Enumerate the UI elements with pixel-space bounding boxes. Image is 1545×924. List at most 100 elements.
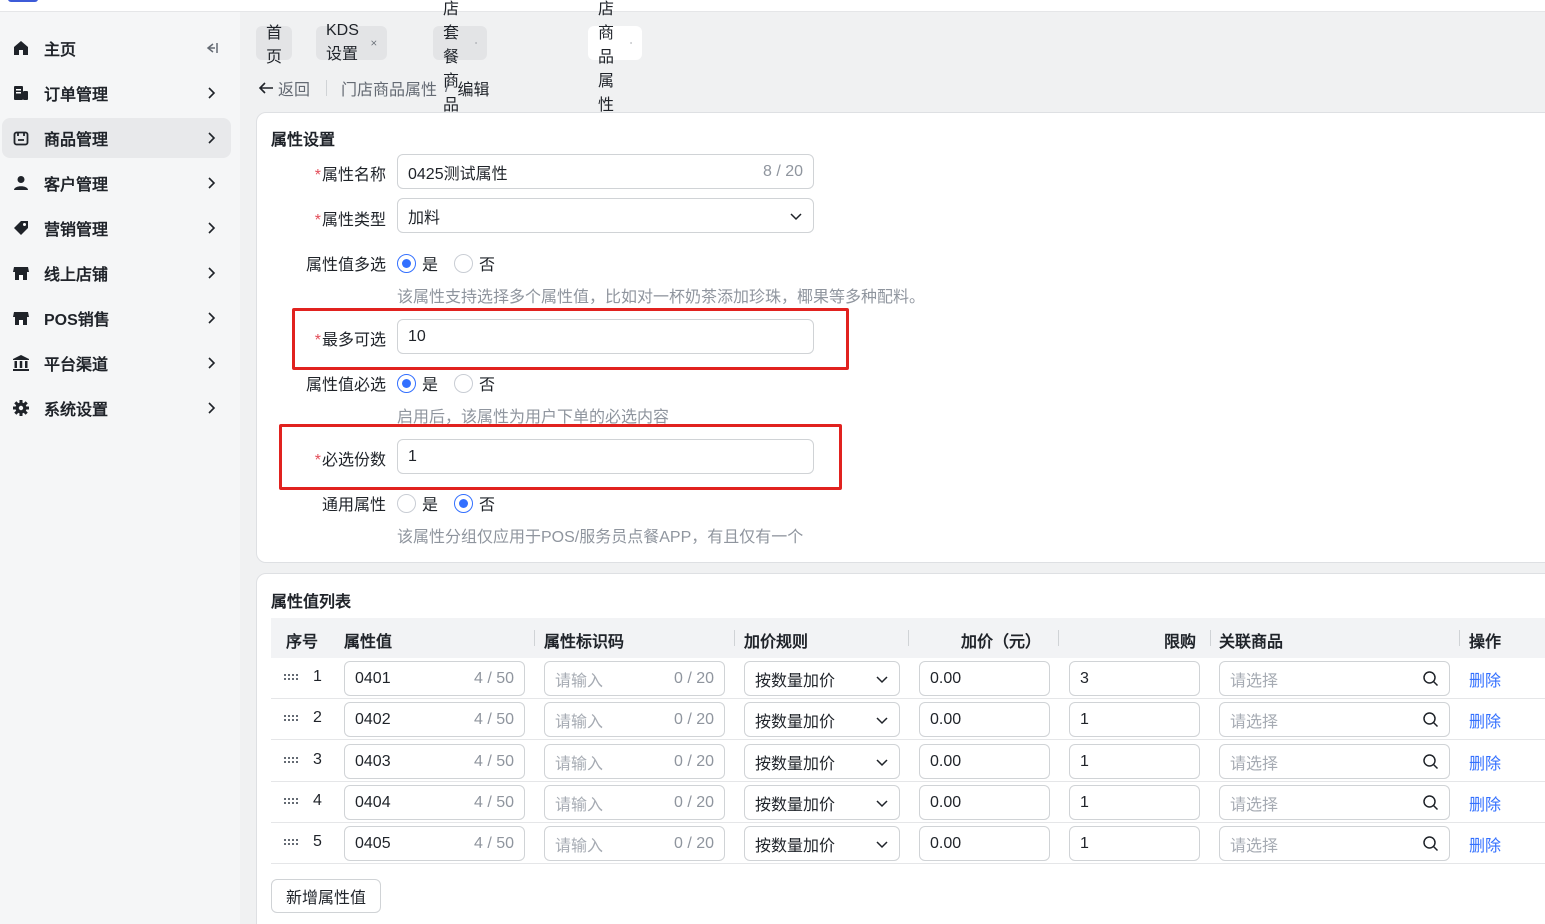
price-rule-select[interactable]: 按数量加价 xyxy=(744,744,900,779)
purchase-limit-input[interactable]: 1 xyxy=(1069,702,1200,737)
radio-multi-no[interactable] xyxy=(454,253,474,273)
radio-required-yes[interactable] xyxy=(397,373,416,393)
input-value: 0401 xyxy=(355,669,391,687)
sidebar-item-pos[interactable]: POS销售 xyxy=(2,298,231,338)
drag-handle-icon[interactable] xyxy=(284,672,298,684)
back-button[interactable]: 返回 xyxy=(258,76,310,100)
tab-label: 门店商品属性 xyxy=(598,1,615,114)
price-input[interactable]: 0.00 xyxy=(919,785,1050,820)
identifier-code-input[interactable]: 请输入 0 / 20 xyxy=(544,826,725,861)
drag-handle-icon[interactable] xyxy=(284,755,298,767)
drag-handle-icon[interactable] xyxy=(284,837,298,849)
drag-handle-icon[interactable] xyxy=(284,713,298,725)
form-label-multi: 属性值多选 xyxy=(305,257,386,274)
radio-common-yes[interactable] xyxy=(397,493,416,513)
chevron-down-icon xyxy=(876,758,888,766)
purchase-limit-input[interactable]: 1 xyxy=(1069,826,1200,861)
top-bar xyxy=(0,0,1545,12)
linked-product-select[interactable]: 请选择 xyxy=(1219,785,1450,820)
char-counter: 0 / 20 xyxy=(673,834,714,852)
input-placeholder: 请选择 xyxy=(1230,755,1279,773)
add-attribute-value-button[interactable]: 新增属性值 xyxy=(271,879,382,913)
purchase-limit-input[interactable]: 1 xyxy=(1069,744,1200,779)
highlight-box-count xyxy=(279,424,842,490)
close-icon[interactable] xyxy=(474,38,477,48)
close-icon[interactable] xyxy=(371,38,377,48)
sidebar-item-home[interactable]: 主页 xyxy=(2,28,231,68)
table-row: 4 0404 4 / 50 请输入 0 / 20 按数量加价 0.00 1 请选… xyxy=(271,782,1545,823)
column-header: 操作 xyxy=(1469,634,1502,651)
row-index: 3 xyxy=(313,751,322,768)
sidebar-item-settings[interactable]: 系统设置 xyxy=(2,388,231,428)
close-icon[interactable] xyxy=(629,38,632,48)
column-divider xyxy=(734,630,735,646)
logo xyxy=(8,0,38,2)
price-rule-select[interactable]: 按数量加价 xyxy=(744,702,900,737)
form-label-type: *属性类型 xyxy=(314,212,386,229)
price-input[interactable]: 0.00 xyxy=(919,744,1050,779)
price-input[interactable]: 0.00 xyxy=(919,661,1050,696)
sidebar-item-orders[interactable]: 订单管理 xyxy=(2,73,231,113)
drag-handle-icon[interactable] xyxy=(284,796,298,808)
tab-store-combo-products[interactable]: 门店套餐商品 xyxy=(433,1,488,114)
highlight-box-max xyxy=(292,308,849,370)
order-icon xyxy=(14,86,28,100)
delete-link[interactable]: 删除 xyxy=(1469,832,1501,856)
attribute-type-select[interactable]: 加料 xyxy=(397,198,814,233)
tab-kds-settings[interactable]: KDS设置 xyxy=(316,22,387,63)
section-title: 属性值列表 xyxy=(271,594,352,611)
delete-link[interactable]: 删除 xyxy=(1469,750,1501,774)
price-rule-select[interactable]: 按数量加价 xyxy=(744,661,900,696)
collapse-sidebar-icon[interactable] xyxy=(203,40,219,56)
breadcrumb-parent[interactable]: 门店商品属性 xyxy=(341,76,437,100)
delete-link[interactable]: 删除 xyxy=(1469,667,1501,691)
radio-required-no[interactable] xyxy=(454,373,474,393)
sidebar-item-products[interactable]: 商品管理 xyxy=(2,118,231,158)
breadcrumb-current: 编辑 xyxy=(457,82,490,99)
price-input[interactable]: 0.00 xyxy=(919,826,1050,861)
input-value: 0403 xyxy=(355,752,391,770)
identifier-code-input[interactable]: 请输入 0 / 20 xyxy=(544,661,725,696)
identifier-code-input[interactable]: 请输入 0 / 20 xyxy=(544,744,725,779)
select-value: 按数量加价 xyxy=(755,796,836,814)
price-rule-select[interactable]: 按数量加价 xyxy=(744,826,900,861)
table-row: 2 0402 4 / 50 请输入 0 / 20 按数量加价 0.00 1 请选… xyxy=(271,699,1545,740)
radio-common-no[interactable] xyxy=(454,493,474,513)
column-header: 属性值 xyxy=(344,634,393,651)
identifier-code-input[interactable]: 请输入 0 / 20 xyxy=(544,785,725,820)
column-header: 加价规则 xyxy=(744,634,809,651)
chevron-right-icon xyxy=(208,267,216,279)
column-divider xyxy=(908,630,909,646)
input-placeholder: 请选择 xyxy=(1230,837,1279,855)
input-value: 1 xyxy=(1080,752,1089,770)
linked-product-select[interactable]: 请选择 xyxy=(1219,661,1450,696)
attribute-value-input[interactable]: 0403 4 / 50 xyxy=(344,744,525,779)
radio-multi-yes[interactable] xyxy=(397,253,416,273)
tab-store-product-attributes[interactable]: 门店商品属性 xyxy=(588,1,643,114)
sidebar-item-customers[interactable]: 客户管理 xyxy=(2,163,231,203)
attribute-value-input[interactable]: 0405 4 / 50 xyxy=(344,826,525,861)
price-input[interactable]: 0.00 xyxy=(919,702,1050,737)
purchase-limit-input[interactable]: 1 xyxy=(1069,785,1200,820)
sidebar-item-channels[interactable]: 平台渠道 xyxy=(2,343,231,383)
radio-label: 否 xyxy=(479,497,496,514)
delete-link[interactable]: 删除 xyxy=(1469,791,1501,815)
delete-link[interactable]: 删除 xyxy=(1469,708,1501,732)
attribute-name-input[interactable]: 0425测试属性 8 / 20 xyxy=(397,154,814,189)
tab-home[interactable]: 首页 xyxy=(256,25,293,66)
purchase-limit-input[interactable]: 3 xyxy=(1069,661,1200,696)
attribute-value-input[interactable]: 0402 4 / 50 xyxy=(344,702,525,737)
linked-product-select[interactable]: 请选择 xyxy=(1219,744,1450,779)
identifier-code-input[interactable]: 请输入 0 / 20 xyxy=(544,702,725,737)
attribute-value-input[interactable]: 0404 4 / 50 xyxy=(344,785,525,820)
sidebar-item-marketing[interactable]: 营销管理 xyxy=(2,208,231,248)
linked-product-select[interactable]: 请选择 xyxy=(1219,826,1450,861)
sidebar-item-online-store[interactable]: 线上店铺 xyxy=(2,253,231,293)
attribute-values-card: 属性值列表 序号 属性值 属性标识码 加价规则 加价（元） 限购 关联商品 操作… xyxy=(256,573,1545,924)
row-index: 2 xyxy=(313,709,322,726)
sidebar-item-label: 平台渠道 xyxy=(44,357,109,374)
price-rule-select[interactable]: 按数量加价 xyxy=(744,785,900,820)
linked-product-select[interactable]: 请选择 xyxy=(1219,702,1450,737)
column-header: 限购 xyxy=(1164,634,1197,651)
attribute-value-input[interactable]: 0401 4 / 50 xyxy=(344,661,525,696)
